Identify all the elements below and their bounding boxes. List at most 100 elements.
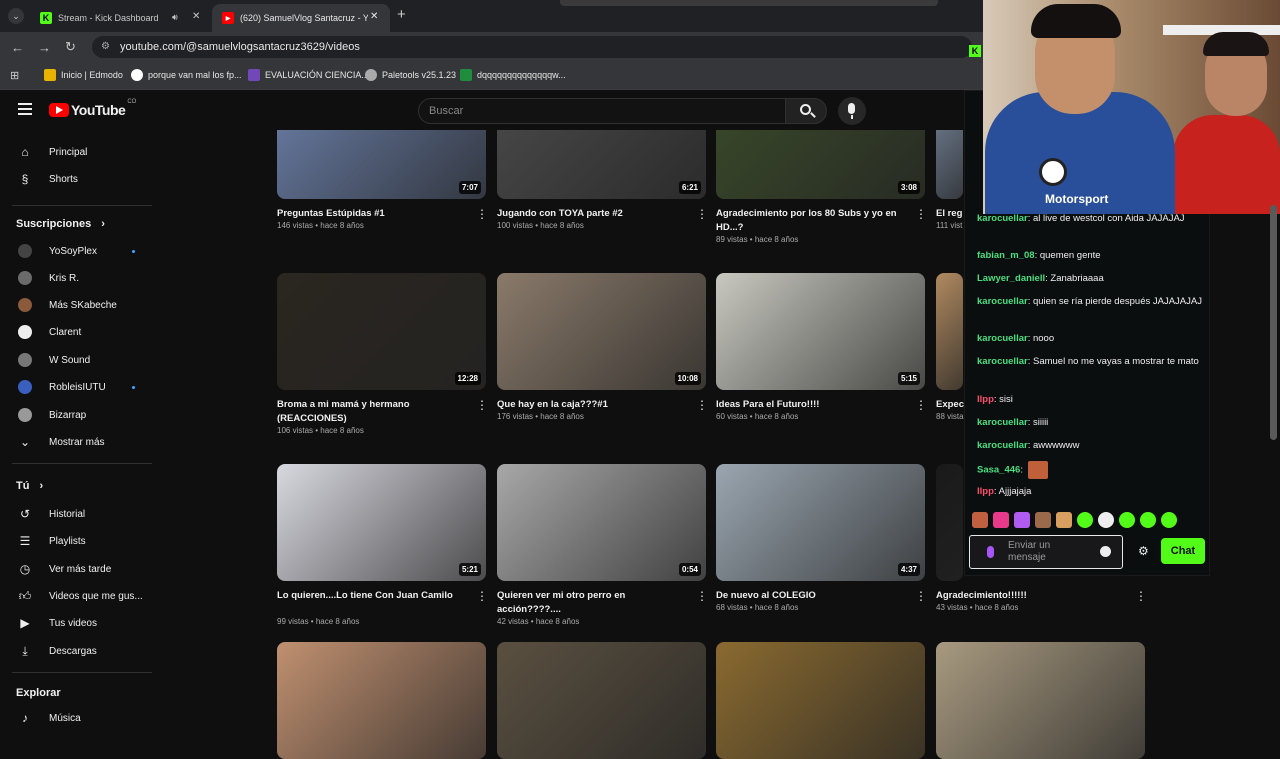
bookmark-paletools[interactable]: Paletools v25.1.23: [365, 69, 456, 81]
menu-icon[interactable]: [18, 103, 32, 115]
emote-icon[interactable]: [1140, 512, 1156, 528]
voice-search-button[interactable]: [838, 97, 866, 125]
chat-username[interactable]: llpp: [977, 486, 994, 497]
close-icon[interactable]: ✕: [192, 11, 200, 22]
emoji-icon[interactable]: [1100, 546, 1111, 557]
video-thumbnail[interactable]: 10:08: [497, 273, 706, 390]
video-title[interactable]: Agradecimiento por los 80 Subs y yo en H…: [716, 207, 906, 235]
tab-list-icon[interactable]: ⌄: [8, 8, 24, 24]
video-title[interactable]: Agradecimiento!!!!!!: [936, 589, 1126, 603]
site-settings-icon[interactable]: ⚙: [101, 36, 110, 58]
send-chat-button[interactable]: Chat: [1161, 538, 1205, 564]
sidebar-sub-skabeche[interactable]: Más SKabeche: [0, 293, 158, 317]
chat-input[interactable]: Enviar un mensaje: [969, 535, 1123, 569]
more-options-icon[interactable]: ⋮: [696, 399, 708, 411]
video-title[interactable]: Que hay en la caja???#1: [497, 398, 687, 412]
close-icon[interactable]: ✕: [370, 11, 378, 22]
emote-icon[interactable]: [993, 512, 1009, 528]
emote-icon[interactable]: [1014, 512, 1030, 528]
sidebar-sub-bizarrap[interactable]: Bizarrap: [0, 403, 158, 427]
sidebar-sub-clarent[interactable]: Clarent: [0, 320, 158, 344]
more-options-icon[interactable]: ⋮: [915, 208, 927, 220]
sidebar-item-historial[interactable]: ↺ Historial: [0, 502, 158, 526]
apps-grid-icon[interactable]: ⊞: [10, 69, 19, 82]
chat-username[interactable]: Sasa_446: [977, 465, 1020, 476]
sidebar-item-liked[interactable]: 👍︎ Videos que me gus...: [0, 584, 158, 608]
sidebar-sub-yosoyplex[interactable]: YoSoyPlex: [0, 239, 158, 263]
sidebar-sub-wsound[interactable]: W Sound: [0, 348, 158, 372]
video-thumbnail[interactable]: 4:37: [716, 464, 925, 581]
video-title[interactable]: El reg: [936, 207, 966, 221]
emote-icon[interactable]: [1098, 512, 1114, 528]
video-title[interactable]: De nuevo al COLEGIO: [716, 589, 906, 603]
search-input[interactable]: Buscar: [418, 98, 786, 124]
reload-icon[interactable]: ↻: [65, 39, 76, 55]
video-title[interactable]: Quieren ver mi otro perro en acción????.…: [497, 589, 687, 617]
video-thumbnail[interactable]: [936, 273, 963, 390]
chat-username[interactable]: llpp: [977, 394, 994, 405]
forward-icon[interactable]: →: [38, 40, 51, 55]
url-bar[interactable]: ⚙ youtube.com/@samuelvlogsantacruz3629/v…: [92, 36, 972, 58]
sidebar-item-music[interactable]: ♪ Música: [0, 706, 158, 730]
youtube-logo[interactable]: YouTube CO: [49, 99, 136, 118]
sidebar-sub-robleis[interactable]: RobleisIUTU: [0, 375, 158, 399]
new-tab-button[interactable]: +: [397, 6, 406, 23]
chat-username[interactable]: karocuellar: [977, 356, 1028, 367]
emote-icon[interactable]: [1077, 512, 1093, 528]
sidebar-item-downloads[interactable]: ⤓ Descargas: [0, 639, 158, 663]
video-title[interactable]: Lo quieren....Lo tiene Con Juan Camilo: [277, 589, 467, 603]
video-thumbnail[interactable]: 5:21: [277, 464, 486, 581]
page-scrollbar[interactable]: [1270, 205, 1277, 440]
tab-kick-dashboard[interactable]: K Stream - Kick Dashboard 🔊︎ ✕: [30, 4, 210, 32]
bookmark-google[interactable]: porque van mal los fp...: [131, 69, 242, 81]
video-title[interactable]: Expect: [936, 398, 966, 412]
more-options-icon[interactable]: ⋮: [915, 399, 927, 411]
more-options-icon[interactable]: ⋮: [696, 590, 708, 602]
sidebar-item-your-videos[interactable]: ▶ Tus videos: [0, 611, 158, 635]
video-title[interactable]: Broma a mi mamá y hermano (REACCIONES): [277, 398, 467, 426]
emote-icon[interactable]: [1119, 512, 1135, 528]
video-thumbnail[interactable]: 5:15: [716, 273, 925, 390]
sidebar-item-principal[interactable]: ⌂ Principal: [0, 140, 158, 164]
bookmark-edmodo[interactable]: Inicio | Edmodo: [44, 69, 123, 81]
emote-icon[interactable]: [1056, 512, 1072, 528]
sidebar-sub-kris[interactable]: Kris R.: [0, 266, 158, 290]
video-thumbnail[interactable]: [277, 642, 486, 759]
emote-icon[interactable]: [1161, 512, 1177, 528]
chat-username[interactable]: Lawyer_daniell: [977, 273, 1045, 284]
video-title[interactable]: Ideas Para el Futuro!!!!: [716, 398, 906, 412]
more-options-icon[interactable]: ⋮: [915, 590, 927, 602]
more-options-icon[interactable]: ⋮: [696, 208, 708, 220]
video-thumbnail[interactable]: 12:28: [277, 273, 486, 390]
more-options-icon[interactable]: ⋮: [476, 590, 488, 602]
speaker-icon[interactable]: 🔊︎: [172, 12, 178, 23]
chat-username[interactable]: karocuellar: [977, 417, 1028, 428]
emote-icon[interactable]: [972, 512, 988, 528]
chat-username[interactable]: karocuellar: [977, 296, 1028, 307]
video-thumbnail[interactable]: [497, 642, 706, 759]
chat-username[interactable]: karocuellar: [977, 333, 1028, 344]
back-icon[interactable]: ←: [11, 40, 24, 55]
video-thumbnail[interactable]: [936, 464, 963, 581]
sidebar-item-shorts[interactable]: § Shorts: [0, 167, 158, 191]
sidebar-item-playlists[interactable]: ☰ Playlists: [0, 529, 158, 553]
bookmark-evaluacion[interactable]: EVALUACIÓN CIENCIA...: [248, 69, 369, 81]
emote-icon[interactable]: [1035, 512, 1051, 528]
more-options-icon[interactable]: ⋮: [476, 399, 488, 411]
more-options-icon[interactable]: ⋮: [1135, 590, 1147, 602]
sidebar-item-watch-later[interactable]: ◷ Ver más tarde: [0, 557, 158, 581]
tab-youtube[interactable]: ▶ (620) SamuelVlog Santacruz - You ✕: [212, 4, 390, 32]
video-thumbnail[interactable]: [936, 642, 1145, 759]
chat-username[interactable]: karocuellar: [977, 213, 1028, 224]
chat-username[interactable]: fabian_m_08: [977, 250, 1035, 261]
chat-username[interactable]: karocuellar: [977, 440, 1028, 451]
video-title[interactable]: Jugando con TOYA parte #2: [497, 207, 687, 221]
subscriptions-header[interactable]: Suscripciones ›: [16, 218, 105, 230]
video-thumbnail[interactable]: 0:54: [497, 464, 706, 581]
video-thumbnail[interactable]: [716, 642, 925, 759]
you-header[interactable]: Tú ›: [16, 480, 43, 492]
settings-gear-icon[interactable]: ⚙: [1138, 544, 1149, 558]
search-button[interactable]: [785, 98, 827, 124]
video-title[interactable]: Preguntas Estúpidas #1: [277, 207, 467, 221]
bookmark-dq[interactable]: dqqqqqqqqqqqqqqw...: [460, 69, 566, 81]
